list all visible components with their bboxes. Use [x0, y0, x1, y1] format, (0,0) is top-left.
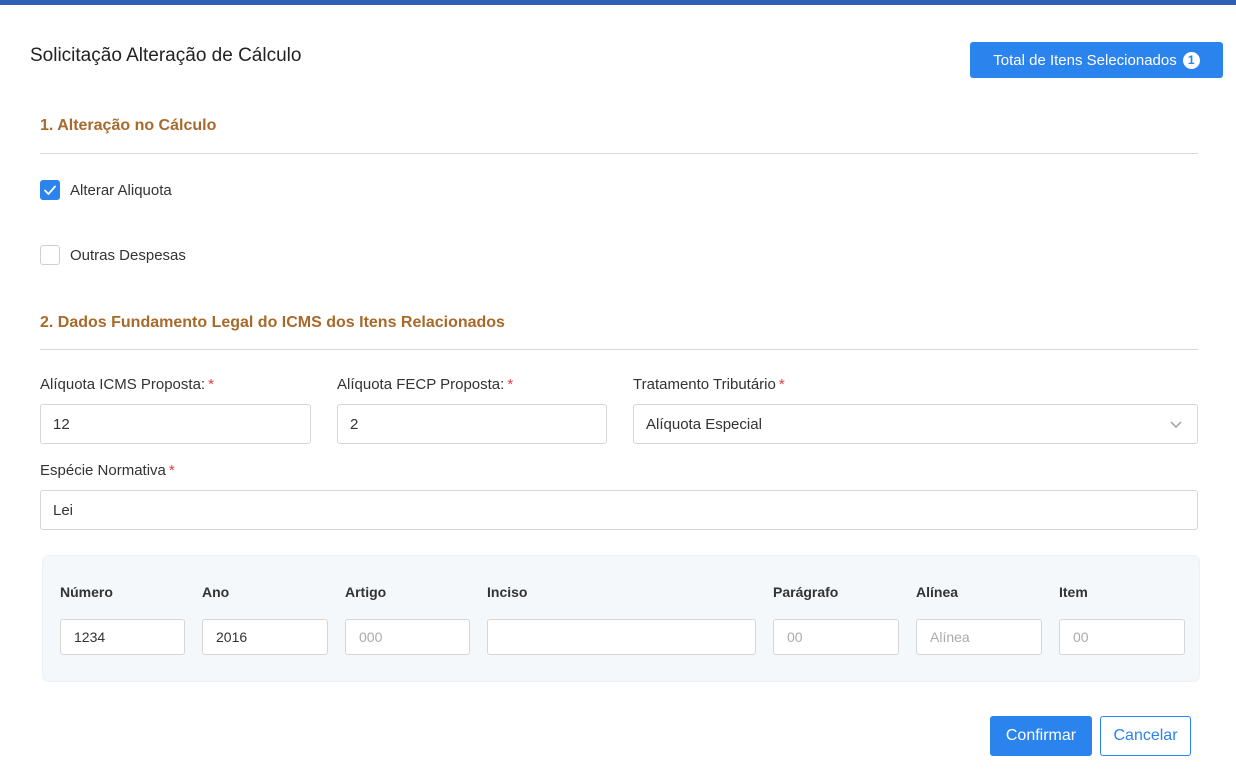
item-column-label: Item — [1059, 584, 1088, 600]
tratamento-selected-value: Alíquota Especial — [646, 415, 762, 433]
required-mark: * — [507, 376, 514, 393]
artigo-input[interactable]: 000 — [345, 619, 470, 655]
paragrafo-column-label: Parágrafo — [773, 584, 839, 600]
option-outras-despesas[interactable]: Outras Despesas — [40, 245, 186, 265]
check-icon — [44, 185, 56, 195]
alterar-aliquota-label: Alterar Aliquota — [70, 181, 172, 199]
chevron-down-icon — [1170, 421, 1182, 428]
aliquota-fecp-label-text: Alíquota FECP Proposta: — [337, 376, 505, 393]
alinea-column-label: Alínea — [916, 584, 959, 600]
option-alterar-aliquota[interactable]: Alterar Aliquota — [40, 180, 172, 200]
total-selected-label: Total de Itens Selecionados — [993, 51, 1177, 69]
outras-despesas-label: Outras Despesas — [70, 246, 186, 264]
paragrafo-input[interactable]: 00 — [773, 619, 899, 655]
section-1-divider — [40, 153, 1198, 154]
ano-input[interactable]: 2016 — [202, 619, 328, 655]
alterar-aliquota-checkbox[interactable] — [40, 180, 60, 200]
required-mark: * — [168, 462, 175, 479]
tratamento-select[interactable]: Alíquota Especial — [633, 404, 1198, 444]
cancel-button[interactable]: Cancelar — [1100, 716, 1191, 756]
aliquota-icms-label: Alíquota ICMS Proposta: * — [40, 376, 214, 393]
aliquota-fecp-label: Alíquota FECP Proposta: * — [337, 376, 513, 393]
alinea-input[interactable]: Alínea — [916, 619, 1042, 655]
aliquota-icms-label-text: Alíquota ICMS Proposta: — [40, 376, 206, 393]
aliquota-icms-input[interactable]: 12 — [40, 404, 311, 444]
section-1-title: 1. Alteração no Cálculo — [40, 117, 217, 134]
numero-column-label: Número — [60, 584, 113, 600]
ano-column-label: Ano — [202, 584, 230, 600]
section-2-title: 2. Dados Fundamento Legal do ICMS dos It… — [40, 314, 505, 331]
tratamento-label: Tratamento Tributário * — [633, 376, 785, 393]
confirm-button[interactable]: Confirmar — [990, 716, 1092, 756]
aliquota-fecp-input[interactable]: 2 — [337, 404, 607, 444]
required-mark: * — [208, 376, 214, 393]
page-title: Solicitação Alteração de Cálculo — [30, 45, 302, 66]
section-2-divider — [40, 349, 1198, 350]
required-mark: * — [778, 376, 785, 393]
especie-normativa-input[interactable]: Lei — [40, 490, 1198, 530]
tratamento-label-text: Tratamento Tributário — [633, 376, 776, 393]
artigo-column-label: Artigo — [345, 584, 387, 600]
inciso-column-label: Inciso — [487, 584, 528, 600]
inciso-input[interactable] — [487, 619, 756, 655]
total-selected-items-button[interactable]: Total de Itens Selecionados 1 — [970, 42, 1223, 78]
especie-label: Espécie Normativa * — [40, 462, 175, 479]
item-input[interactable]: 00 — [1059, 619, 1185, 655]
top-accent-bar — [0, 0, 1236, 5]
especie-label-text: Espécie Normativa — [40, 462, 166, 479]
numero-input[interactable]: 1234 — [60, 619, 185, 655]
selected-count-badge: 1 — [1182, 51, 1200, 69]
outras-despesas-checkbox[interactable] — [40, 245, 60, 265]
